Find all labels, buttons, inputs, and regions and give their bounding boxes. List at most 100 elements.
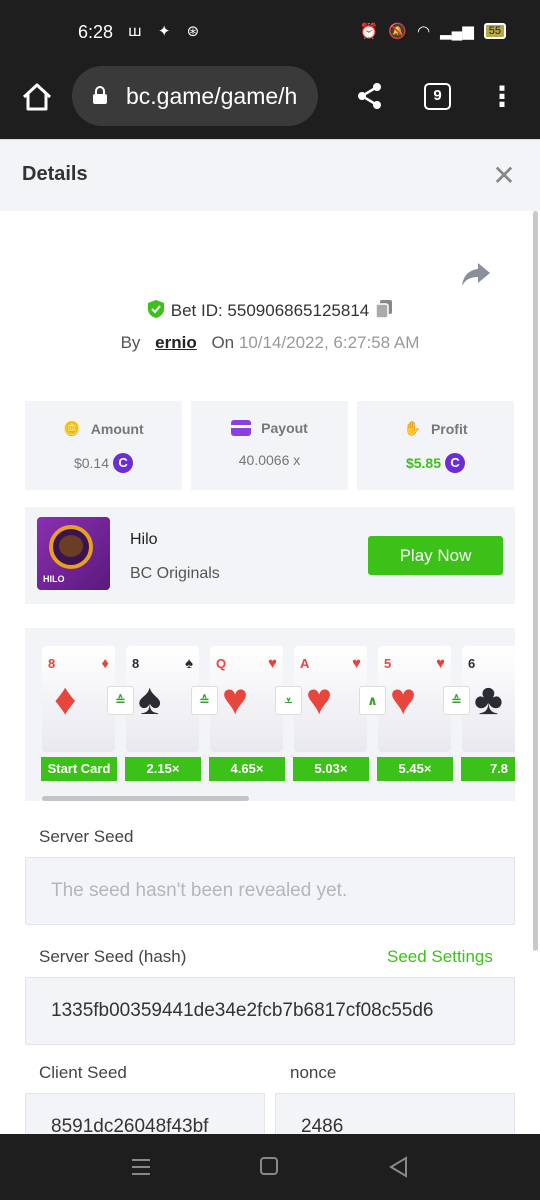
guess-direction-icon: ∧ [359,686,386,715]
profit-stat: ✋ Profit $5.85 C [357,401,514,490]
amount-label: Amount [90,420,144,437]
server-seed-label: Server Seed [39,827,134,846]
profit-hand-icon: ✋ [403,420,421,436]
system-nav-bar [0,1134,540,1200]
card-suit-large-icon: ♥ [222,675,249,724]
tab-switcher-button[interactable]: 9 [424,83,451,110]
notification-icons: ꟺ ✦ ⊛ [128,23,206,40]
bet-date: 10/14/2022, 6:27:58 AM [238,333,420,352]
nonce-label: nonce [290,1063,337,1082]
payout-label: Payout [261,420,308,436]
card-multiplier-badge: 2.15× [125,757,201,781]
copy-icon[interactable] [375,299,393,319]
seed-settings-link[interactable]: Seed Settings [387,947,493,967]
card-suit-icon: ♥ [268,655,277,672]
wifi-icon: ◠ [416,23,431,40]
playing-card: 5 ♥ ♥ [378,646,451,752]
server-seed-hash-field[interactable]: 1335fb00359441de34e2fcb7b6817cf08c55d6 [25,977,515,1045]
playing-card: 8 ♠ ♠ [126,646,199,752]
card-multiplier-badge: Start Card [41,757,117,781]
overflow-menu-icon[interactable]: ⋮ [488,82,516,112]
recent-apps-icon[interactable] [130,1157,152,1177]
profit-value: $5.85 [405,455,442,471]
alarm-icon: ⏰ [359,23,379,40]
vertical-scrollbar[interactable] [533,211,538,951]
modal-title: Details [22,163,88,185]
verified-shield-icon [147,300,164,318]
card-suit-large-icon: ♥ [390,675,417,724]
card-suit-icon: ♦ [101,655,109,672]
home-icon[interactable] [20,80,54,114]
guess-direction-icon: ≙ [107,686,134,715]
modal-header: Details ✕ [0,139,540,211]
amount-icon: 🪙 [63,420,81,436]
bc-coin-icon: C [113,453,134,473]
server-seed-field[interactable]: The seed hasn't been revealed yet. [25,857,515,925]
mute-icon: 🔕 [388,23,407,40]
card-multiplier-badge: 7.8 [461,757,515,781]
card-rank: 8 [132,656,140,671]
profit-label: Profit [430,420,468,437]
game-info-card: HILO Hilo BC Originals Play Now [25,507,515,604]
username-link[interactable]: ernio [155,333,197,352]
guess-direction-icon: ⩡ [275,686,302,715]
guess-direction-icon: ≙ [443,686,470,715]
card-suit-large-icon: ♠ [138,675,162,724]
card-rank: 8 [48,656,56,671]
card-suit-icon: ♥ [352,655,361,672]
nonce-field[interactable]: 2486 [275,1093,515,1134]
by-label: By [120,333,141,352]
payout-value: 40.0066 x [238,452,301,468]
playing-card: A ♥ ♥ [294,646,367,752]
horizontal-scrollbar[interactable] [42,796,249,801]
payout-stat: Payout 40.0066 x [191,401,348,490]
bc-coin-icon: C [445,453,466,473]
client-seed-label: Client Seed [39,1063,127,1082]
battery-icon: 55 [483,23,506,39]
browser-toolbar: bc.game/game/h 9 ⋮ [0,66,540,139]
close-icon[interactable]: ✕ [490,162,518,190]
payout-card-icon [231,420,252,436]
status-time: 6:28 [78,22,114,42]
modal-content: Bet ID: 550906865125814 By ernio On 10/1… [0,211,540,1134]
signal-icon: ▂▄▆ [440,23,474,40]
guess-direction-icon: ≙ [191,686,218,715]
card-suit-large-icon: ♥ [306,675,333,724]
game-provider: BC Originals [130,565,220,582]
lock-icon [93,86,107,104]
bet-byline: By ernio On 10/14/2022, 6:27:58 AM [0,333,540,353]
bet-id-row: Bet ID: 550906865125814 [0,299,540,321]
share-forward-icon[interactable] [460,261,492,289]
url-text: bc.game/game/h [126,83,298,109]
amount-stat: 🪙 Amount $0.14 C [25,401,182,490]
game-name: Hilo [130,531,158,548]
thumbnail-text: HILO [43,574,65,584]
status-bar: 6:28 ꟺ ✦ ⊛ ⏰ 🔕 ◠ ▂▄▆ 55 [0,0,540,66]
card-multiplier-badge: 5.03× [293,757,369,781]
nav-home-icon[interactable] [260,1157,278,1175]
card-history-panel[interactable]: 8 ♦ ♦ Start Card 8 ♠ ♠ ≙ 2.15× Q ♥ ♥ ≙ 4.65× A ♥ ♥ ⩡ 5.03×… [25,628,515,801]
game-thumbnail[interactable]: HILO [37,517,110,590]
card-rank: A [300,656,310,671]
thumbnail-character [59,535,83,557]
card-suit-icon: ♠ [185,655,193,672]
card-suit-large-icon: ♦ [54,675,77,724]
card-rank: Q [216,656,227,671]
card-rank: 5 [384,656,392,671]
card-suit-large-icon: ♣ [474,675,503,724]
card-multiplier-badge: 4.65× [209,757,285,781]
system-icons: ⏰ 🔕 ◠ ▂▄▆ 55 [360,22,506,40]
card-suit-icon: ♥ [436,655,445,672]
address-bar[interactable]: bc.game/game/h [72,66,318,126]
share-icon[interactable] [356,82,384,110]
nav-back-icon[interactable] [388,1156,408,1178]
amount-value: $0.14 [73,455,110,471]
card-rank: 6 [468,656,476,671]
bet-id-text: Bet ID: 550906865125814 [170,301,370,320]
playing-card: 8 ♦ ♦ [42,646,115,752]
playing-card: Q ♥ ♥ [210,646,283,752]
server-seed-hash-label: Server Seed (hash) [39,947,187,966]
card-multiplier-badge: 5.45× [377,757,453,781]
play-now-button[interactable]: Play Now [368,536,503,575]
client-seed-field[interactable]: 8591dc26048f43bf [25,1093,265,1134]
